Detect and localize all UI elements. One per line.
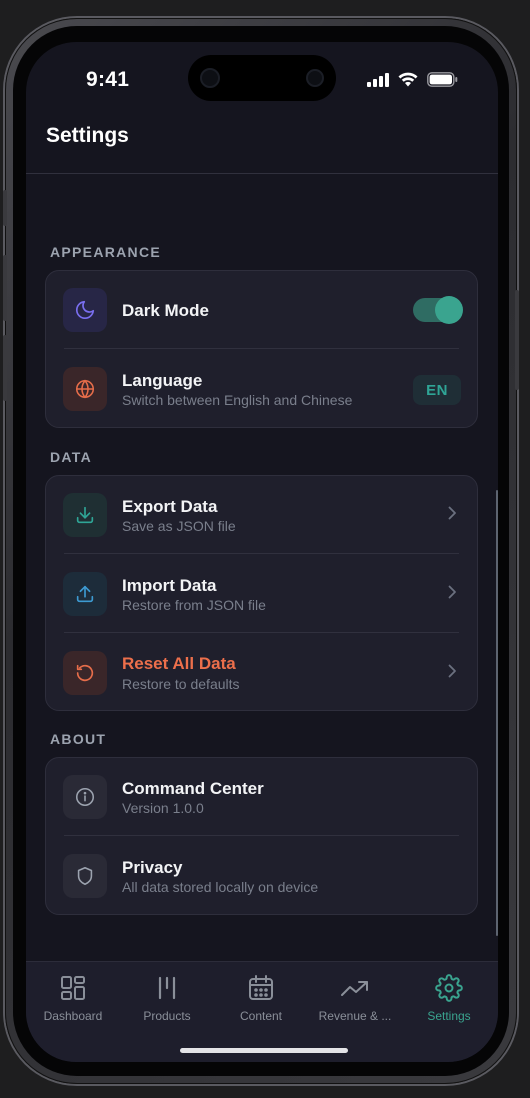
import-data-label: Import Data [122, 576, 217, 595]
tab-label: Revenue & ... [318, 1009, 392, 1023]
tab-settings[interactable]: Settings [402, 972, 496, 1023]
app-screen: 9:41 Settings APPEARANCE Dark Mode Langu… [26, 42, 498, 1062]
info-icon [63, 775, 107, 819]
reset-icon [63, 651, 107, 695]
scrollbar[interactable] [496, 490, 498, 936]
import-data-row[interactable]: Import Data Restore from JSON file [46, 555, 477, 633]
upload-icon [63, 572, 107, 616]
chevron-right-icon [448, 506, 456, 520]
grid-icon [26, 972, 120, 1002]
mute-switch [3, 190, 7, 226]
section-label-about: ABOUT [50, 731, 107, 747]
chevron-right-icon [448, 585, 456, 599]
export-data-row[interactable]: Export Data Save as JSON file [46, 476, 477, 554]
moon-icon [63, 288, 107, 332]
tab-label: Products [143, 1009, 191, 1023]
privacy-description: All data stored locally on device [122, 879, 319, 895]
wifi-icon [398, 72, 418, 87]
row-divider [64, 553, 459, 554]
tab-products[interactable]: Products [120, 972, 214, 1023]
globe-icon [63, 367, 107, 411]
page-title: Settings [46, 124, 129, 147]
privacy-row: Privacy All data stored locally on devic… [46, 837, 477, 915]
tab-label: Dashboard [43, 1009, 103, 1023]
bars-icon [120, 972, 214, 1002]
appearance-card: Dark Mode Language Switch between Englis… [45, 270, 478, 428]
volume-up-button [3, 255, 7, 321]
status-icons [367, 72, 458, 87]
toggle-knob [435, 296, 463, 324]
language-label: Language [122, 371, 203, 390]
dynamic-island [188, 55, 336, 101]
about-card: Command Center Version 1.0.0 Privacy All… [45, 757, 478, 915]
battery-icon [427, 72, 458, 87]
tab-revenue[interactable]: Revenue & ... [308, 972, 402, 1023]
chevron-right-icon [448, 664, 456, 678]
reset-data-row[interactable]: Reset All Data Restore to defaults [46, 634, 477, 712]
export-data-description: Save as JSON file [122, 518, 236, 534]
tab-bar: Dashboard Products Content Revenue & ...… [26, 961, 498, 1062]
section-label-appearance: APPEARANCE [50, 244, 162, 260]
power-button [515, 290, 519, 390]
page-header: Settings [26, 116, 498, 174]
sensor-icon [200, 68, 220, 88]
row-divider [64, 348, 459, 349]
trending-up-icon [308, 972, 402, 1002]
reset-data-description: Restore to defaults [122, 676, 240, 692]
tab-label: Content [239, 1009, 283, 1023]
reset-data-label: Reset All Data [122, 654, 236, 673]
app-info-row: Command Center Version 1.0.0 [46, 758, 477, 836]
gear-icon [402, 972, 496, 1002]
row-divider [64, 835, 459, 836]
app-name: Command Center [122, 779, 264, 798]
privacy-label: Privacy [122, 858, 183, 877]
language-description: Switch between English and Chinese [122, 392, 353, 408]
calendar-icon [214, 972, 308, 1002]
volume-down-button [3, 335, 7, 401]
shield-icon [63, 854, 107, 898]
tab-label: Settings [427, 1009, 471, 1023]
language-row[interactable]: Language Switch between English and Chin… [46, 350, 477, 428]
tab-content[interactable]: Content [214, 972, 308, 1023]
signal-icon [367, 72, 389, 87]
status-time: 9:41 [86, 68, 130, 91]
dark-mode-label: Dark Mode [122, 301, 209, 320]
row-divider [64, 632, 459, 633]
section-label-data: DATA [50, 449, 93, 465]
dark-mode-row[interactable]: Dark Mode [46, 271, 477, 349]
status-bar: 9:41 [26, 42, 498, 116]
import-data-description: Restore from JSON file [122, 597, 266, 613]
tab-dashboard[interactable]: Dashboard [26, 972, 120, 1023]
language-toggle-button[interactable]: EN [413, 375, 461, 405]
export-data-label: Export Data [122, 497, 218, 516]
dark-mode-toggle[interactable] [413, 296, 463, 324]
download-icon [63, 493, 107, 537]
app-version: Version 1.0.0 [122, 800, 204, 816]
camera-icon [306, 69, 324, 87]
home-indicator[interactable] [180, 1048, 348, 1053]
data-card: Export Data Save as JSON file Import Dat… [45, 475, 478, 711]
